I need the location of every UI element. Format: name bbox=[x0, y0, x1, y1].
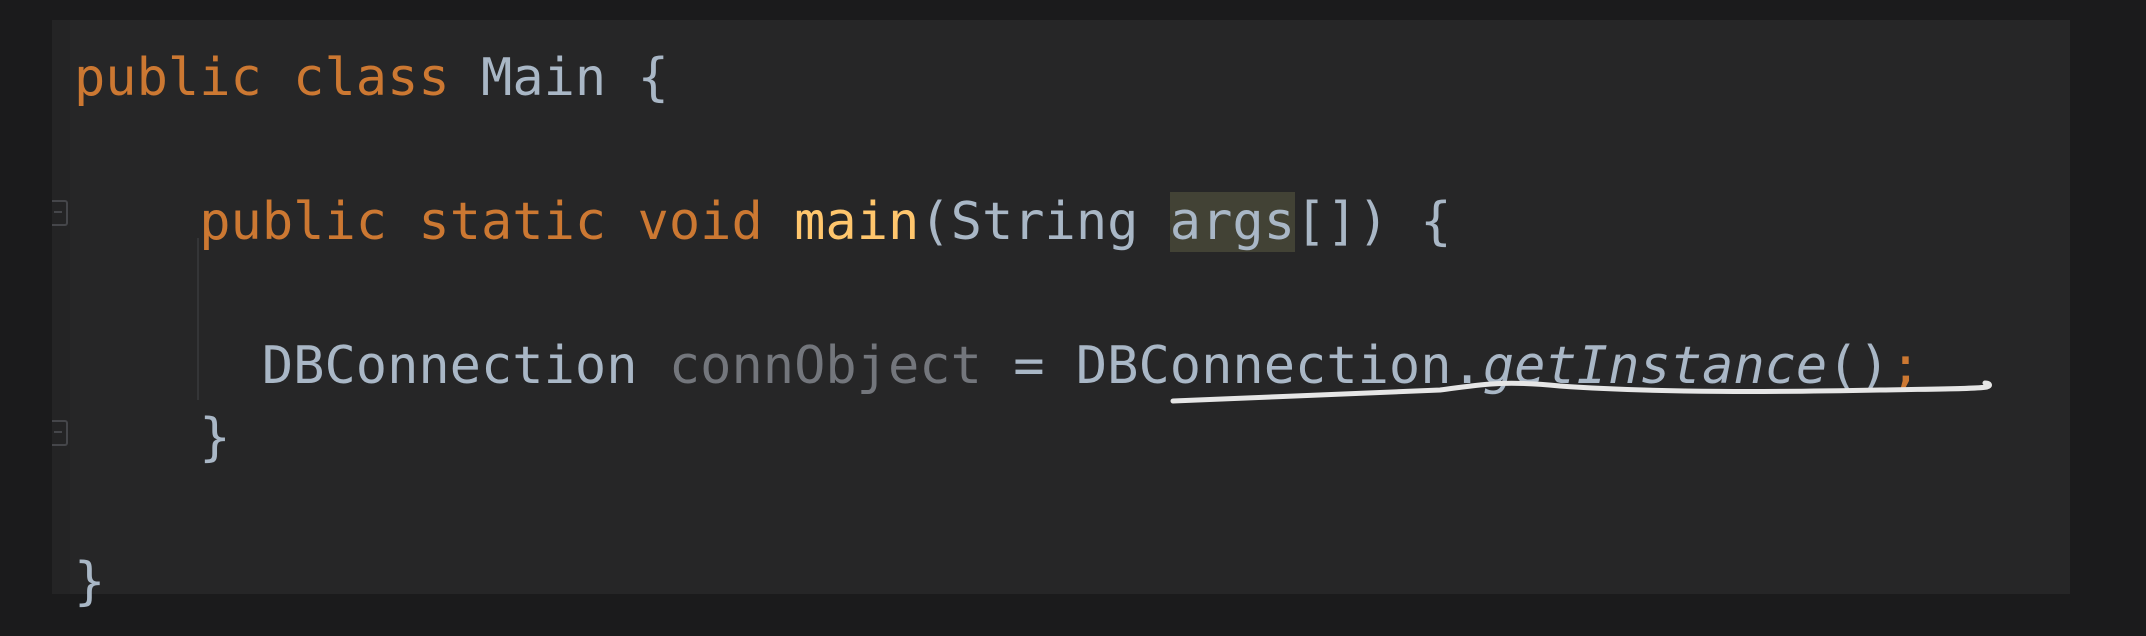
keyword-public: public bbox=[74, 48, 262, 108]
code-editor-panel[interactable]: public class Main { public static void m… bbox=[52, 20, 2070, 612]
unused-variable-name: connObject bbox=[668, 336, 982, 396]
keyword-public: public bbox=[199, 192, 388, 252]
code-line-5[interactable]: } bbox=[74, 546, 105, 618]
method-brace-close: } bbox=[199, 408, 231, 468]
call-parentheses: () bbox=[1827, 336, 1890, 396]
keyword-class: class bbox=[293, 48, 450, 108]
method-name: main bbox=[794, 192, 920, 252]
code-line-1[interactable]: public class Main { bbox=[74, 42, 669, 114]
fold-close-icon[interactable] bbox=[52, 420, 68, 446]
code-line-3[interactable]: DBConnection connObject = DBConnection.g… bbox=[74, 330, 1921, 402]
class-brace-open: { bbox=[637, 48, 669, 108]
code-line-4[interactable]: } bbox=[74, 402, 231, 474]
code-line-2[interactable]: public static void main(String args[]) { bbox=[74, 186, 1452, 258]
param-suffix: []) bbox=[1295, 192, 1389, 252]
method-brace-open: { bbox=[1420, 192, 1452, 252]
param-name-highlighted: args bbox=[1169, 192, 1296, 252]
call-class-name: DBConnection bbox=[1075, 336, 1452, 396]
keyword-static: static bbox=[418, 192, 607, 252]
static-method-call: getInstance bbox=[1482, 336, 1828, 396]
param-type: String bbox=[950, 192, 1139, 252]
editor-gutter bbox=[52, 20, 70, 594]
keyword-void: void bbox=[637, 192, 763, 252]
class-name: Main bbox=[481, 48, 607, 108]
semicolon: ; bbox=[1889, 336, 1922, 396]
fold-open-icon[interactable] bbox=[52, 200, 68, 226]
paren-open: ( bbox=[919, 192, 951, 252]
assignment-operator: = bbox=[1013, 336, 1045, 396]
variable-type: DBConnection bbox=[261, 336, 638, 396]
call-dot: . bbox=[1451, 336, 1483, 396]
class-brace-close: } bbox=[74, 552, 106, 612]
